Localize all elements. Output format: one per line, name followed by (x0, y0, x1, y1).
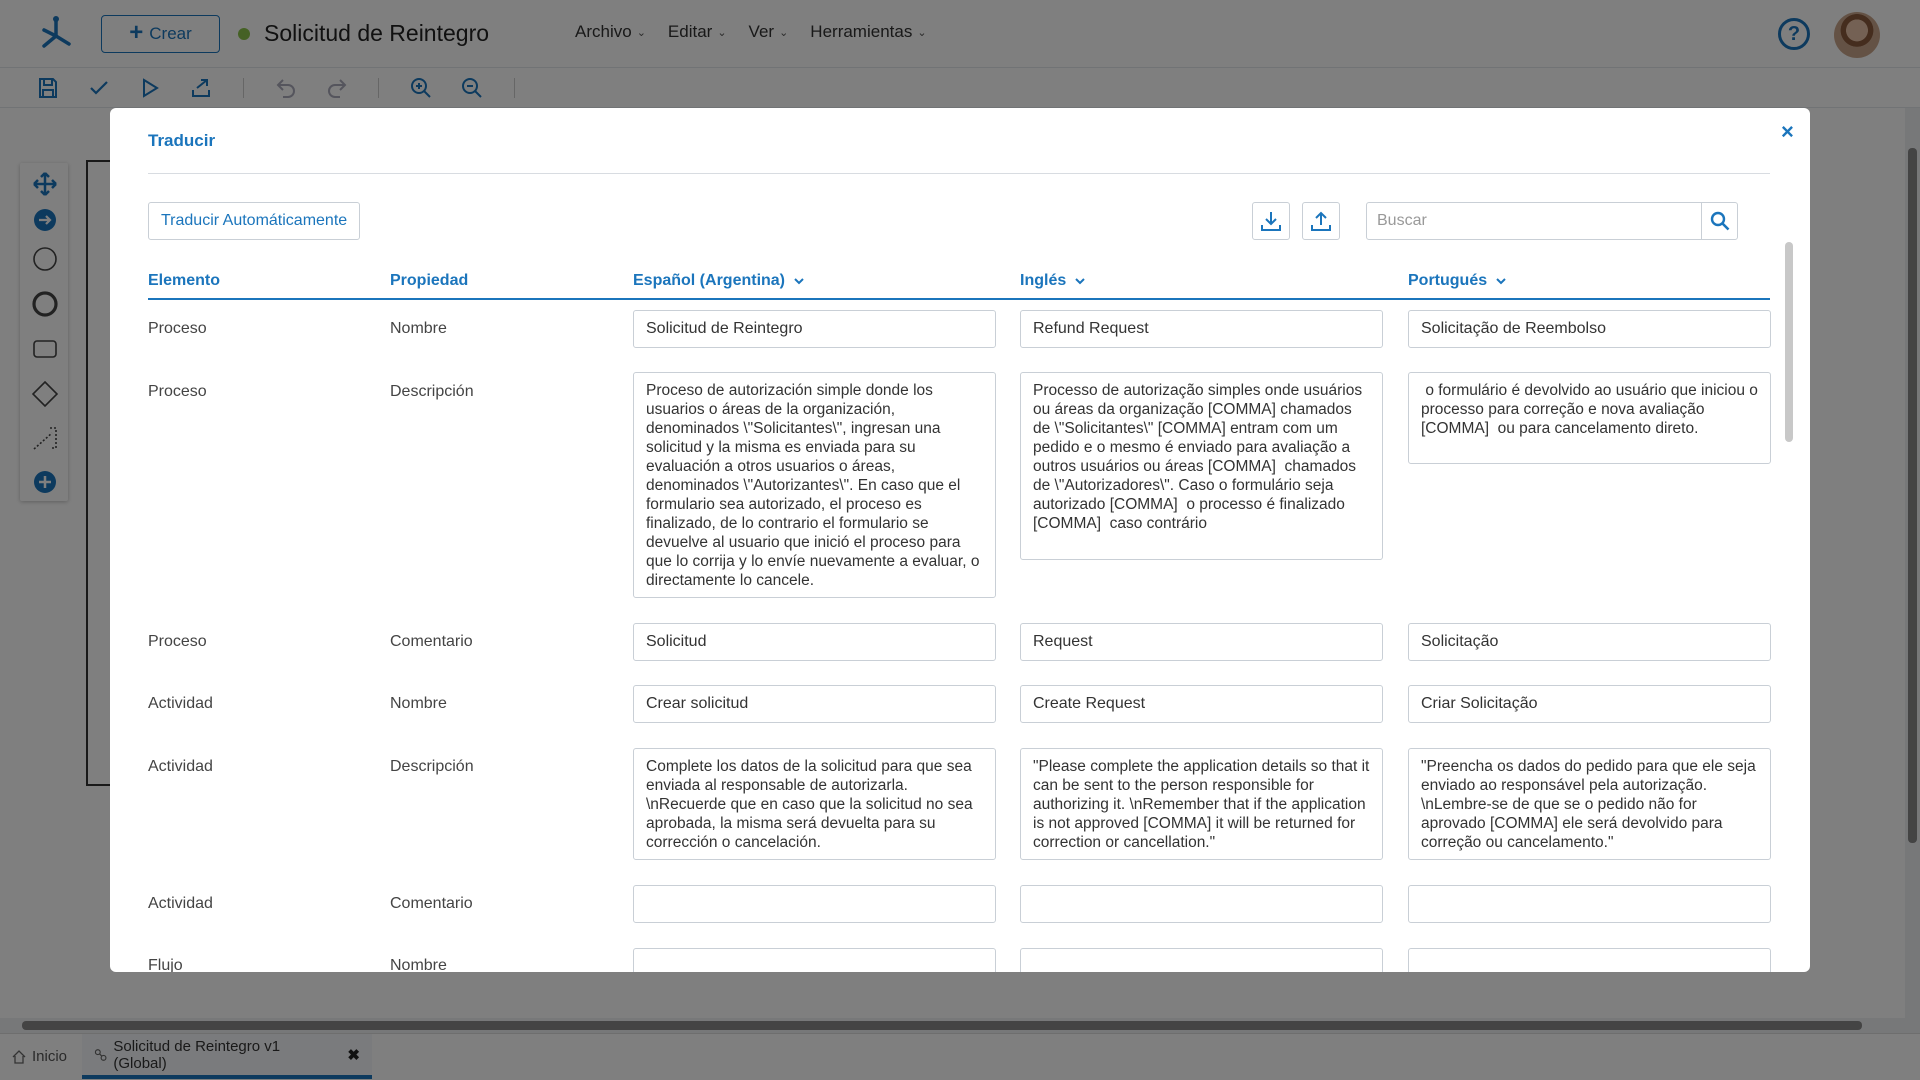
translation-input-en[interactable] (1020, 885, 1383, 923)
column-header-lang-es[interactable]: Español (Argentina) (633, 272, 805, 290)
translation-input-en[interactable] (1020, 948, 1383, 972)
upload-icon (1311, 211, 1331, 231)
chevron-down-icon[interactable] (1074, 275, 1086, 287)
row-property: Nombre (390, 695, 447, 712)
divider (148, 173, 1770, 174)
translation-textarea-en[interactable]: Processo de autorização simples onde usu… (1020, 372, 1383, 560)
row-element: Actividad (148, 895, 213, 912)
auto-translate-button[interactable]: Traducir Automáticamente (148, 202, 361, 240)
translation-textarea-pt[interactable]: "Preencha os dados do pedido para que el… (1408, 748, 1771, 860)
download-icon (1261, 212, 1281, 231)
row-element: Flujo (148, 957, 183, 972)
column-header-lang-en[interactable]: Inglés (1020, 272, 1086, 290)
upload-button[interactable] (1302, 202, 1340, 240)
row-property: Nombre (390, 957, 447, 972)
row-property: Descripción (390, 383, 474, 400)
translation-input-en[interactable]: Create Request (1020, 685, 1383, 723)
close-icon[interactable]: × (1781, 119, 1794, 145)
row-property: Nombre (390, 320, 447, 337)
search-box (1366, 202, 1738, 240)
translation-input-es[interactable] (633, 885, 996, 923)
chevron-down-icon[interactable] (1495, 275, 1507, 287)
row-property: Descripción (390, 758, 474, 775)
search-icon (1710, 211, 1729, 231)
row-element: Proceso (148, 633, 207, 650)
translation-input-es[interactable]: Solicitud de Reintegro (633, 310, 996, 348)
translate-dialog: Traducir × Traducir Automáticamente Elem… (110, 108, 1810, 972)
row-element: Proceso (148, 320, 207, 337)
translation-input-es[interactable]: Crear solicitud (633, 685, 996, 723)
dialog-scrollbar[interactable] (1785, 242, 1793, 442)
search-button[interactable] (1701, 203, 1737, 239)
translation-input-pt[interactable] (1408, 885, 1771, 923)
translation-input-pt[interactable]: Criar Solicitação (1408, 685, 1771, 723)
translation-input-es[interactable]: Solicitud (633, 623, 996, 661)
translation-textarea-en[interactable]: "Please complete the application details… (1020, 748, 1383, 860)
translation-textarea-es[interactable]: Proceso de autorización simple donde los… (633, 372, 996, 598)
translation-input-pt[interactable]: Solicitação (1408, 623, 1771, 661)
download-button[interactable] (1252, 202, 1290, 240)
translation-input-pt[interactable] (1408, 948, 1771, 972)
column-header-element: Elemento (148, 272, 221, 289)
translation-textarea-pt[interactable]: o formulário é devolvido ao usuário que … (1408, 372, 1771, 464)
row-element: Actividad (148, 758, 213, 775)
chevron-down-icon[interactable] (793, 275, 805, 287)
column-header-lang-pt[interactable]: Portugués (1408, 272, 1507, 290)
search-input[interactable] (1367, 203, 1701, 239)
row-property: Comentario (390, 895, 473, 912)
row-element: Actividad (148, 695, 213, 712)
translation-input-en[interactable]: Request (1020, 623, 1383, 661)
translation-input-es[interactable] (633, 948, 996, 972)
translation-input-en[interactable]: Refund Request (1020, 310, 1383, 348)
row-property: Comentario (390, 633, 473, 650)
translation-textarea-es[interactable]: Complete los datos de la solicitud para … (633, 748, 996, 860)
column-header-property: Propiedad (390, 272, 469, 289)
dialog-title: Traducir (148, 131, 216, 150)
table-header: Elemento Propiedad Español (Argentina) I… (148, 264, 1770, 300)
row-element: Proceso (148, 383, 207, 400)
translation-input-pt[interactable]: Solicitação de Reembolso (1408, 310, 1771, 348)
